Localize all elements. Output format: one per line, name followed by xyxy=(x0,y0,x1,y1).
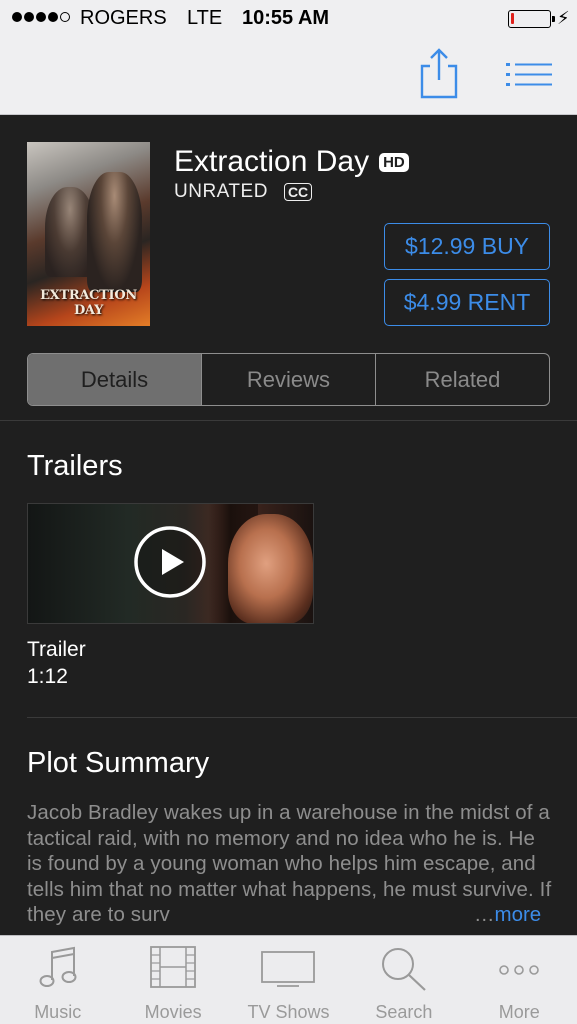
rent-button[interactable]: $4.99 RENT xyxy=(384,279,550,326)
segmented-control: Details Reviews Related xyxy=(27,353,550,406)
trailer-title[interactable]: Trailer xyxy=(27,638,86,662)
tabbar-item-movies[interactable]: Movies xyxy=(115,936,230,1024)
tv-icon xyxy=(261,951,316,987)
share-button[interactable] xyxy=(417,46,461,100)
trailers-heading: Trailers xyxy=(27,450,123,482)
more-link[interactable]: more xyxy=(495,903,542,926)
trailer-thumbnail[interactable] xyxy=(27,503,314,624)
thumbnail-face xyxy=(228,514,313,623)
ellipsis: … xyxy=(474,903,495,926)
tab-details[interactable]: Details xyxy=(28,354,201,405)
title-row: Extraction Day HD xyxy=(174,145,409,179)
more-link-wrapper: …more xyxy=(474,903,541,927)
search-icon xyxy=(381,948,426,991)
battery-icon xyxy=(508,10,555,28)
tabbar-label: Search xyxy=(375,1002,433,1022)
buy-button[interactable]: $12.99 BUY xyxy=(384,223,550,270)
tab-related[interactable]: Related xyxy=(375,354,549,405)
status-bar: ROGERS LTE 10:55 AM ⚡︎ xyxy=(0,0,577,38)
section-divider xyxy=(0,420,577,421)
cc-badge: CC xyxy=(283,183,313,201)
list-button[interactable] xyxy=(506,60,552,90)
music-note-icon xyxy=(39,946,77,987)
network-label: LTE xyxy=(187,7,223,29)
trailer-duration: 1:12 xyxy=(27,665,68,688)
hd-badge: HD xyxy=(379,152,409,172)
poster-title: EXTRACTION DAY xyxy=(40,288,137,318)
tabbar-label: More xyxy=(498,1002,540,1022)
tabbar-item-tv-shows[interactable]: TV Shows xyxy=(231,936,346,1024)
status-time: 10:55 AM xyxy=(242,7,330,29)
top-bar: ROGERS LTE 10:55 AM ⚡︎ xyxy=(0,0,577,115)
tabbar-item-more[interactable]: More xyxy=(462,936,577,1024)
section-divider xyxy=(27,717,577,718)
charging-icon: ⚡︎ xyxy=(557,8,570,28)
tabbar-item-search[interactable]: Search xyxy=(346,936,461,1024)
plot-summary-heading: Plot Summary xyxy=(27,747,210,779)
poster-figure-right xyxy=(87,172,142,292)
share-icon xyxy=(420,48,458,99)
tabbar-label: TV Shows xyxy=(247,1002,330,1022)
signal-strength-icon xyxy=(12,12,70,22)
movie-poster[interactable]: EXTRACTION DAY xyxy=(27,142,150,326)
tab-reviews[interactable]: Reviews xyxy=(201,354,375,405)
tabbar-label: Music xyxy=(34,1002,82,1022)
tabbar-label: Movies xyxy=(144,1002,202,1022)
rating-row: UNRATED CC xyxy=(174,181,313,203)
play-icon[interactable] xyxy=(134,526,206,598)
more-dots-icon xyxy=(499,965,540,975)
film-icon xyxy=(150,946,196,988)
list-icon xyxy=(506,63,552,86)
content-rating: UNRATED xyxy=(174,181,268,202)
tab-bar: Music Movies TV Shows Search More xyxy=(0,935,577,1024)
movie-title: Extraction Day xyxy=(174,145,370,178)
carrier-label: ROGERS xyxy=(80,7,167,29)
tabbar-item-music[interactable]: Music xyxy=(0,936,115,1024)
